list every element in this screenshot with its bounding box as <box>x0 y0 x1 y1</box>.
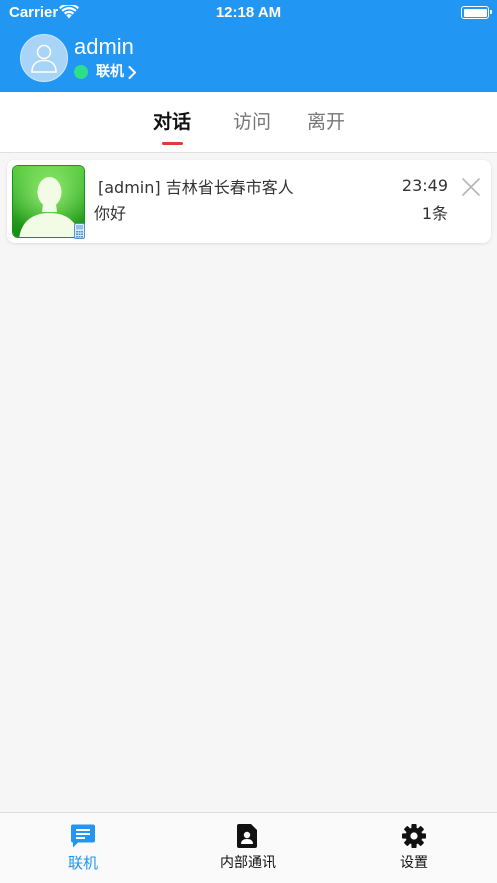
gear-icon <box>402 824 426 848</box>
active-tab-indicator <box>162 142 183 145</box>
online-status-label: 联机 <box>96 64 124 80</box>
nav-internal-messaging[interactable]: 内部通讯 <box>188 813 308 883</box>
tab-away[interactable]: 离开 <box>307 109 345 135</box>
tab-visits[interactable]: 访问 <box>233 109 271 135</box>
status-bar-time: 12:18 AM <box>215 4 282 21</box>
nav-internal-messaging-label: 内部通讯 <box>220 855 276 871</box>
status-bar: Carrier 12:18 AM <box>0 0 497 26</box>
online-status-selector[interactable]: 联机 <box>74 63 137 81</box>
online-status-dot <box>74 65 88 79</box>
nav-online-label: 联机 <box>67 854 98 872</box>
nav-online[interactable]: 联机 <box>23 813 143 883</box>
user-silhouette-icon <box>31 44 57 73</box>
bottom-tab-bar: 联机 内部通讯 设置 <box>0 812 497 883</box>
tab-conversations[interactable]: 对话 <box>153 109 191 135</box>
conversation-title: [admin] 吉林省长春市客人 <box>98 178 294 197</box>
conversation-list-item[interactable]: [admin] 吉林省长春市客人 23:49 你好 1条 <box>7 160 491 243</box>
app-header: Carrier 12:18 AM admin 联机 <box>0 0 497 92</box>
contact-card-icon <box>237 824 257 848</box>
conversation-time: 23:49 <box>401 176 448 195</box>
battery-icon <box>461 6 492 19</box>
close-icon[interactable] <box>462 178 480 196</box>
username: admin <box>74 34 134 59</box>
nav-settings-label: 设置 <box>400 855 428 871</box>
conversation-last-message: 你好 <box>94 204 127 223</box>
chevron-right-icon <box>128 65 136 79</box>
conversation-tabs: 对话 访问 离开 <box>0 92 497 153</box>
mobile-phone-icon <box>74 223 85 239</box>
nav-settings[interactable]: 设置 <box>354 813 474 883</box>
user-avatar[interactable] <box>20 34 68 82</box>
chat-bubble-icon <box>71 824 95 848</box>
conversation-message-count: 1条 <box>421 204 448 223</box>
